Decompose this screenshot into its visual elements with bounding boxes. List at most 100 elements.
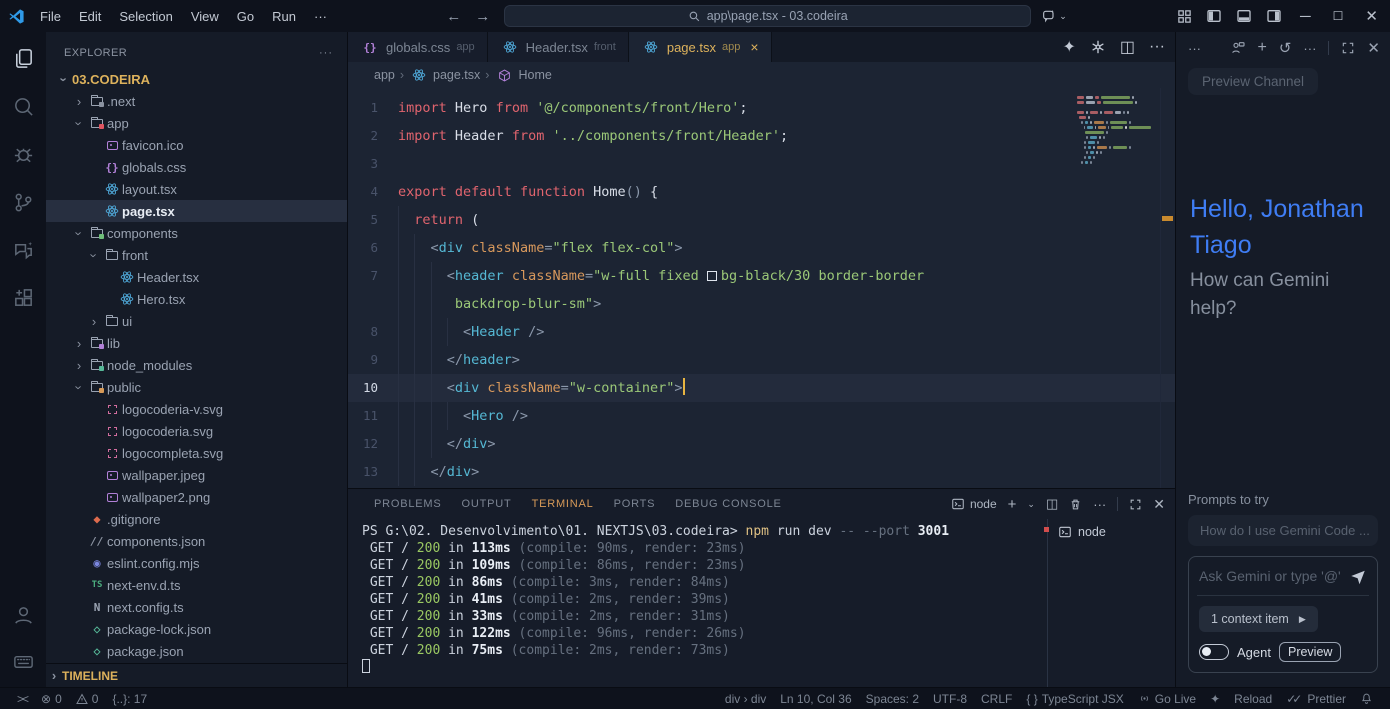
layout-grid-icon[interactable]: [1177, 9, 1192, 24]
nav-forward-icon[interactable]: →: [475, 8, 490, 25]
new-terminal-icon[interactable]: +: [1008, 496, 1017, 513]
chat-gemini-icon[interactable]: [11, 238, 35, 262]
minimize-button[interactable]: ─: [1296, 8, 1315, 25]
editor-more-icon[interactable]: ···: [1149, 38, 1165, 56]
terminal-dropdown-icon[interactable]: ⌄: [1027, 499, 1035, 510]
agent-session-icon[interactable]: [1230, 40, 1246, 56]
agent-toggle[interactable]: [1199, 644, 1229, 660]
tab-globals.css[interactable]: {}globals.cssapp: [348, 32, 488, 62]
search-sidebar-icon[interactable]: [11, 94, 35, 118]
tree-item-node_modules[interactable]: ›node_modules: [46, 354, 347, 376]
code-line[interactable]: 11 <Hero />: [348, 402, 1175, 430]
tree-item-.gitignore[interactable]: ◆.gitignore: [46, 508, 347, 530]
tab-Header.tsx[interactable]: Header.tsxfront: [488, 32, 629, 62]
tree-item-wallpaper2.png[interactable]: wallpaper2.png: [46, 486, 347, 508]
tree-item-logocoderia.svg[interactable]: logocoderia.svg: [46, 420, 347, 442]
extensions-icon[interactable]: [11, 286, 35, 310]
terminal-output[interactable]: PS G:\02. Desenvolvimento\01. NEXTJS\03.…: [348, 519, 1047, 687]
code-editor[interactable]: 1import Hero from '@/components/front/He…: [348, 88, 1175, 488]
menu-file[interactable]: File: [31, 5, 70, 28]
tree-item-layout.tsx[interactable]: layout.tsx: [46, 178, 347, 200]
code-line[interactable]: 5 return (: [348, 206, 1175, 234]
menu-go[interactable]: Go: [228, 5, 263, 28]
copilot-icon[interactable]: ⌄: [1041, 8, 1067, 24]
prompt-suggestion-button[interactable]: How do I use Gemini Code ...: [1188, 515, 1378, 546]
split-editor-icon[interactable]: ◫: [1120, 37, 1135, 57]
code-line[interactable]: 9 </header>: [348, 346, 1175, 374]
status-item-spaces-2[interactable]: Spaces: 2: [859, 692, 926, 706]
tree-item-next-env.d.ts[interactable]: TSnext-env.d.ts: [46, 574, 347, 596]
tree-item-lib[interactable]: ›lib: [46, 332, 347, 354]
code-line[interactable]: 12 </div>: [348, 430, 1175, 458]
timeline-chevron-icon[interactable]: ›: [46, 668, 62, 683]
breadcrumb-page.tsx[interactable]: page.tsx: [409, 68, 480, 82]
tree-item-logocoderia-v.svg[interactable]: logocoderia-v.svg: [46, 398, 347, 420]
code-line[interactable]: 8 <Header />: [348, 318, 1175, 346]
code-line[interactable]: 10 <div className="w-container">: [348, 374, 1175, 402]
menu-run[interactable]: Run: [263, 5, 305, 28]
context-items-button[interactable]: 1 context item ▶: [1199, 606, 1318, 632]
breadcrumb-Home[interactable]: Home: [494, 68, 551, 82]
tree-item-ui[interactable]: ›ui: [46, 310, 347, 332]
status-item-typescript-jsx[interactable]: { }TypeScript JSX: [1019, 692, 1130, 706]
panel-tab-problems[interactable]: PROBLEMS: [364, 498, 452, 510]
tree-item-public[interactable]: ›public: [46, 376, 347, 398]
new-chat-icon[interactable]: +: [1258, 39, 1267, 57]
toggle-sidebar-icon[interactable]: [1206, 8, 1222, 24]
panel-tab-debug-console[interactable]: DEBUG CONSOLE: [665, 498, 791, 510]
menu-selection[interactable]: Selection: [110, 5, 181, 28]
code-line[interactable]: 1import Hero from '@/components/front/He…: [348, 94, 1175, 122]
maximize-panel-icon[interactable]: [1129, 498, 1142, 511]
tree-item-eslint.config.mjs[interactable]: ◉eslint.config.mjs: [46, 552, 347, 574]
explorer-more-icon[interactable]: ···: [319, 47, 333, 59]
close-window-button[interactable]: ✕: [1361, 7, 1382, 25]
breadcrumb-app[interactable]: app: [374, 68, 395, 82]
code-line[interactable]: 6 <div className="flex flex-col">: [348, 234, 1175, 262]
tree-item-page.tsx[interactable]: page.tsx: [46, 200, 347, 222]
editor-scrollbar[interactable]: [1160, 88, 1175, 488]
tree-item-package-lock.json[interactable]: ◇package-lock.json: [46, 618, 347, 640]
explorer-icon[interactable]: [11, 46, 35, 70]
panel-tab-terminal[interactable]: TERMINAL: [522, 498, 604, 510]
status-item-0[interactable]: 0: [69, 692, 106, 706]
tree-item-logocompleta.svg[interactable]: logocompleta.svg: [46, 442, 347, 464]
toggle-panel-icon[interactable]: [1236, 8, 1252, 24]
kill-terminal-icon[interactable]: [1069, 498, 1082, 511]
status-item-reload[interactable]: Reload: [1227, 692, 1279, 706]
tree-item-globals.css[interactable]: {}globals.css: [46, 156, 347, 178]
tree-item-components.json[interactable]: //components.json: [46, 530, 347, 552]
split-terminal-icon[interactable]: ◫: [1046, 496, 1058, 512]
panel-more-icon[interactable]: ···: [1188, 41, 1201, 56]
minimap[interactable]: [1077, 96, 1153, 166]
status-item-utf-8[interactable]: UTF-8: [926, 692, 974, 706]
send-icon[interactable]: [1349, 567, 1367, 585]
sparkle-icon[interactable]: ✦: [1062, 37, 1075, 57]
close-tab-icon[interactable]: ×: [750, 39, 758, 55]
tree-item-header.tsx[interactable]: Header.tsx: [46, 266, 347, 288]
status-item-div-div[interactable]: div › div: [718, 692, 773, 706]
account-icon[interactable]: [11, 603, 35, 627]
gemini-input[interactable]: Ask Gemini or type '@': [1199, 568, 1343, 584]
code-line[interactable]: 2import Header from '../components/front…: [348, 122, 1175, 150]
tree-item-front[interactable]: ›front: [46, 244, 347, 266]
timeline-section[interactable]: TIMELINE: [62, 669, 118, 683]
code-line[interactable]: 4export default function Home() {: [348, 178, 1175, 206]
panel-tab-ports[interactable]: PORTS: [604, 498, 666, 510]
source-control-icon[interactable]: [11, 190, 35, 214]
status-item-ln-10-col-36[interactable]: Ln 10, Col 36: [773, 692, 858, 706]
code-line[interactable]: 3: [348, 150, 1175, 178]
code-line[interactable]: backdrop-blur-sm">: [348, 290, 1175, 318]
terminal-profile[interactable]: node: [951, 497, 997, 511]
nav-back-icon[interactable]: ←: [446, 8, 461, 25]
toggle-secondary-sidebar-icon[interactable]: [1266, 8, 1282, 24]
status-item-prettier[interactable]: ✓✓Prettier: [1279, 692, 1353, 706]
tree-item-app[interactable]: ›app: [46, 112, 347, 134]
more-actions-icon[interactable]: ···: [1303, 41, 1316, 56]
close-panel-icon[interactable]: ✕: [1153, 496, 1165, 513]
status-item-remote[interactable]: ><: [10, 692, 34, 706]
panel-more-actions-icon[interactable]: ···: [1093, 497, 1106, 512]
terminal-instance-node[interactable]: node: [1058, 525, 1175, 539]
expand-panel-icon[interactable]: [1341, 41, 1355, 55]
tab-page.tsx[interactable]: page.tsxapp×: [629, 32, 772, 62]
tree-item-favicon.ico[interactable]: favicon.ico: [46, 134, 347, 156]
